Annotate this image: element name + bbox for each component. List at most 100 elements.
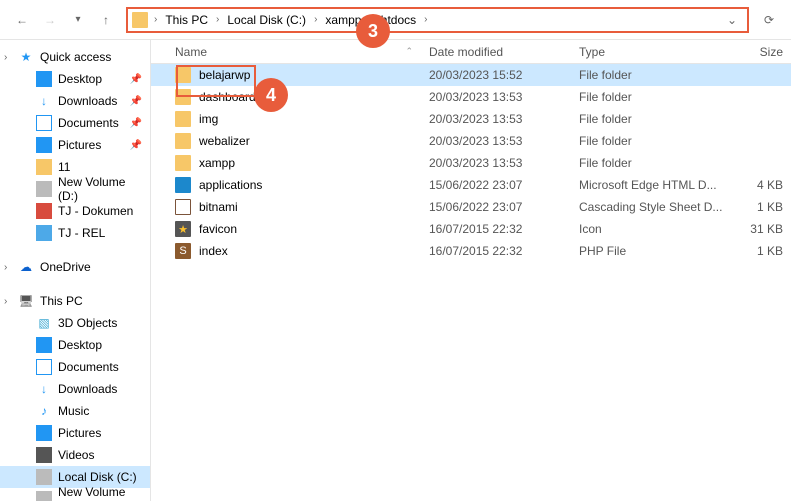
file-date: 16/07/2015 22:32 xyxy=(421,244,571,258)
recent-locations-button[interactable]: ▾ xyxy=(64,6,92,34)
chevron-right-icon[interactable]: › xyxy=(152,14,159,25)
file-list[interactable]: belajarwp20/03/2023 15:52File folderdash… xyxy=(151,64,791,501)
sidebar-item[interactable]: New Volume (D:) xyxy=(0,178,150,200)
sidebar-item[interactable]: New Volume (D:) xyxy=(0,488,150,501)
documents-icon xyxy=(36,115,52,131)
file-row[interactable]: webalizer20/03/2023 13:53File folder xyxy=(151,130,791,152)
breadcrumb-dropdown[interactable]: ⌄ xyxy=(721,13,743,27)
file-row[interactable]: xampp20/03/2023 13:53File folder xyxy=(151,152,791,174)
sidebar-item[interactable]: ↓ Downloads xyxy=(0,378,150,400)
col-header-size[interactable]: Size xyxy=(731,45,791,59)
sidebar-item-label: Downloads xyxy=(58,382,117,396)
file-date: 20/03/2023 13:53 xyxy=(421,90,571,104)
sidebar-item-label: TJ - REL xyxy=(58,226,105,240)
sidebar-this-pc[interactable]: › 🖥 This PC xyxy=(0,290,150,312)
breadcrumb[interactable]: › This PC›Local Disk (C:)›xampp›htdocs› … xyxy=(126,7,749,33)
downloads-icon: ↓ xyxy=(36,381,52,397)
chevron-right-icon: › xyxy=(4,296,7,307)
file-date: 15/06/2022 23:07 xyxy=(421,200,571,214)
file-row[interactable]: bitnami15/06/2022 23:07Cascading Style S… xyxy=(151,196,791,218)
sidebar-item[interactable]: Desktop xyxy=(0,334,150,356)
chevron-right-icon[interactable]: › xyxy=(312,14,319,25)
chevron-right-icon: › xyxy=(4,262,7,273)
back-button[interactable]: ← xyxy=(8,6,36,34)
chevron-right-icon: › xyxy=(4,52,7,63)
folder-red-icon xyxy=(36,203,52,219)
sidebar-item[interactable]: ↓Downloads📌 xyxy=(0,90,150,112)
sidebar-item[interactable]: TJ - REL xyxy=(0,222,150,244)
col-header-date[interactable]: Date modified xyxy=(421,45,571,59)
sidebar-item[interactable]: Documents xyxy=(0,356,150,378)
col-header-type[interactable]: Type xyxy=(571,45,731,59)
file-row[interactable]: dashboard20/03/2023 13:53File folder xyxy=(151,86,791,108)
file-row[interactable]: ★favicon16/07/2015 22:32Icon31 KB xyxy=(151,218,791,240)
folder-icon xyxy=(175,67,191,83)
refresh-button[interactable]: ⟳ xyxy=(755,6,783,34)
chevron-right-icon[interactable]: › xyxy=(214,14,221,25)
sidebar-item[interactable]: ♪Music xyxy=(0,400,150,422)
file-row[interactable]: img20/03/2023 13:53File folder xyxy=(151,108,791,130)
folder-icon xyxy=(175,111,191,127)
pin-icon: 📌 xyxy=(130,118,142,129)
sidebar-label: OneDrive xyxy=(40,260,91,274)
col-header-name[interactable]: Name⌃ xyxy=(151,45,421,59)
sidebar-item-label: 3D Objects xyxy=(58,316,117,330)
sidebar-item[interactable]: TJ - Dokumen xyxy=(0,200,150,222)
breadcrumb-item[interactable]: Local Disk (C:) xyxy=(221,9,312,31)
file-row[interactable]: belajarwp20/03/2023 15:52File folder xyxy=(151,64,791,86)
callout-badge-3: 3 xyxy=(356,14,390,48)
file-date: 16/07/2015 22:32 xyxy=(421,222,571,236)
sidebar-item-label: Documents xyxy=(58,360,119,374)
sidebar-item-label: New Volume (D:) xyxy=(58,485,142,501)
sidebar-item[interactable]: ▧3D Objects xyxy=(0,312,150,334)
file-type: File folder xyxy=(571,112,731,126)
file-name: applications xyxy=(199,178,262,192)
file-name: favicon xyxy=(199,222,237,236)
file-type: File folder xyxy=(571,90,731,104)
sidebar-item[interactable]: Videos xyxy=(0,444,150,466)
cloud-icon: ☁ xyxy=(18,259,34,275)
sidebar-label: Quick access xyxy=(40,50,111,64)
folder-icon xyxy=(175,133,191,149)
sidebar-item-label: Videos xyxy=(58,448,94,462)
pin-icon: 📌 xyxy=(130,96,142,107)
pin-icon: 📌 xyxy=(130,140,142,151)
sidebar-item-label: New Volume (D:) xyxy=(58,175,142,203)
documents-icon xyxy=(36,359,52,375)
folder-icon xyxy=(175,89,191,105)
drive-icon xyxy=(36,469,52,485)
sidebar-item[interactable]: Desktop 📌 xyxy=(0,68,150,90)
sidebar-onedrive[interactable]: › ☁ OneDrive xyxy=(0,256,150,278)
sidebar-item-label: Music xyxy=(58,404,89,418)
sidebar-item-label: Desktop xyxy=(58,72,102,86)
file-row[interactable]: applications15/06/2022 23:07Microsoft Ed… xyxy=(151,174,791,196)
folder-icon xyxy=(132,12,148,28)
file-date: 20/03/2023 13:53 xyxy=(421,156,571,170)
file-name: img xyxy=(199,112,218,126)
pin-icon: 📌 xyxy=(130,74,142,85)
sidebar-item[interactable]: Pictures xyxy=(0,422,150,444)
forward-button[interactable]: → xyxy=(36,6,64,34)
file-type: Cascading Style Sheet D... xyxy=(571,200,731,214)
sidebar-item-label: 11 xyxy=(58,160,70,174)
sidebar-item[interactable]: Documents 📌 xyxy=(0,112,150,134)
breadcrumb-item[interactable]: This PC xyxy=(159,9,214,31)
css-icon xyxy=(175,199,191,215)
drive-icon xyxy=(36,491,52,501)
file-date: 20/03/2023 13:53 xyxy=(421,134,571,148)
sidebar-quick-access[interactable]: › ★ Quick access xyxy=(0,46,150,68)
sidebar-item-label: Documents xyxy=(58,116,119,130)
pc-icon: 🖥 xyxy=(18,293,34,309)
chevron-right-icon[interactable]: › xyxy=(422,14,429,25)
sidebar-item[interactable]: Pictures📌 xyxy=(0,134,150,156)
sidebar-item-label: Pictures xyxy=(58,426,101,440)
folder-icon xyxy=(36,159,52,175)
sidebar-item-label: TJ - Dokumen xyxy=(58,204,133,218)
edge-icon xyxy=(175,177,191,193)
file-row[interactable]: Sindex16/07/2015 22:32PHP File1 KB xyxy=(151,240,791,262)
file-date: 20/03/2023 15:52 xyxy=(421,68,571,82)
file-name: belajarwp xyxy=(199,68,250,82)
sidebar: › ★ Quick access Desktop📌↓Downloads📌Docu… xyxy=(0,40,151,501)
toolbar: ← → ▾ ↑ › This PC›Local Disk (C:)›xampp›… xyxy=(0,0,791,40)
up-button[interactable]: ↑ xyxy=(92,6,120,34)
